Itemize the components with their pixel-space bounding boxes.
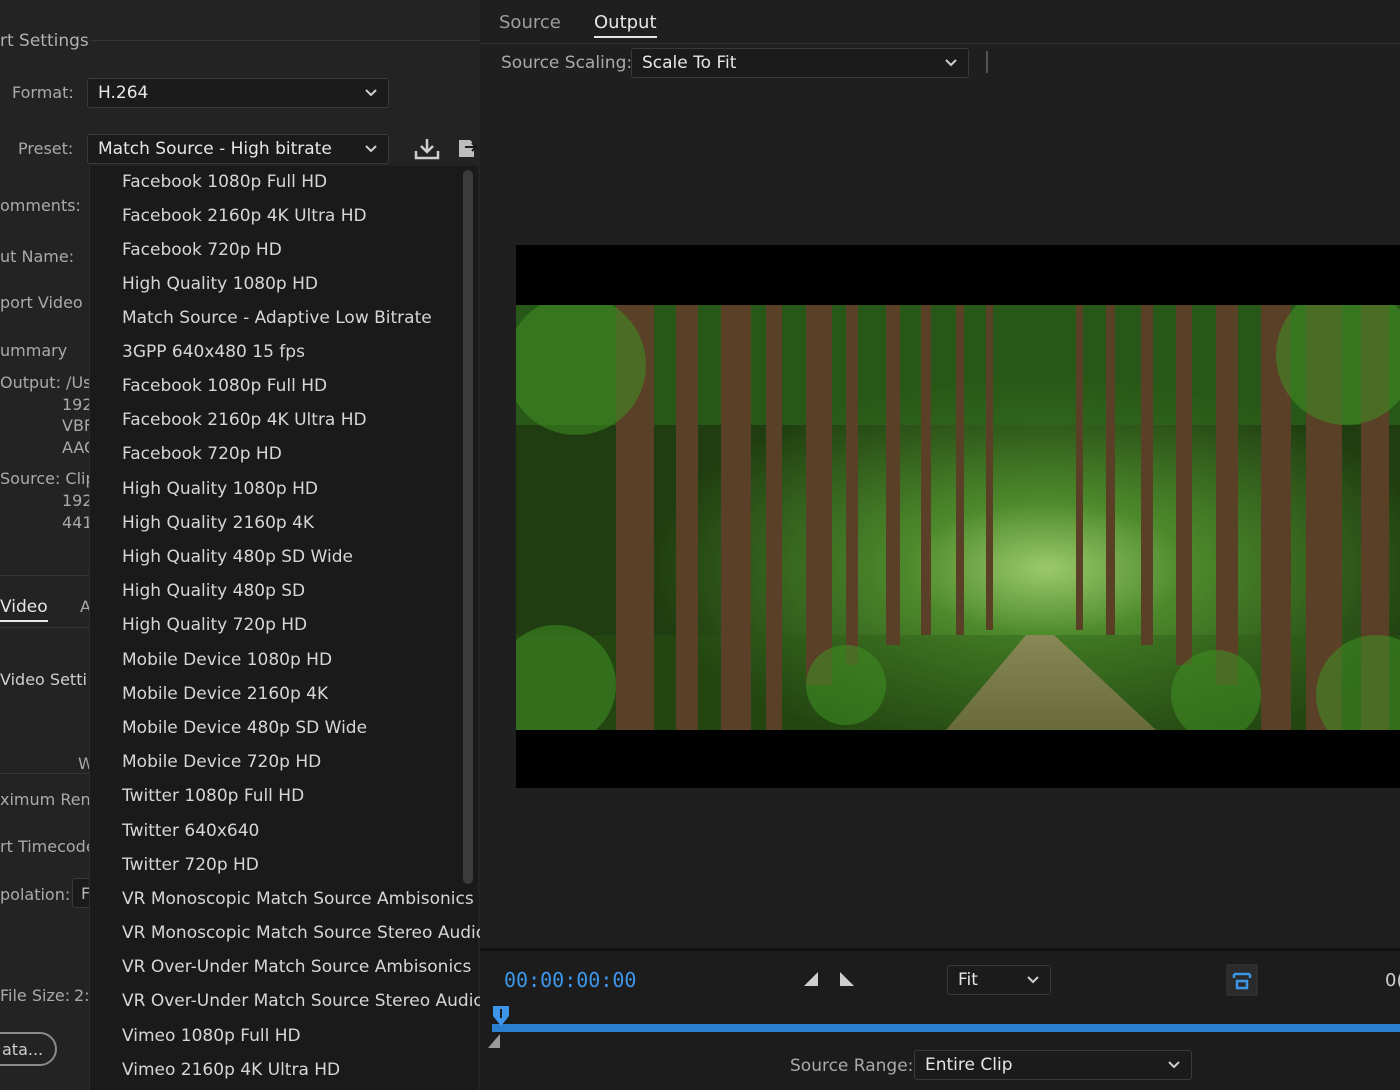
summary-label: ummary	[0, 341, 68, 360]
metadata-button[interactable]: ata...	[0, 1032, 57, 1066]
import-preset-icon[interactable]	[456, 137, 480, 161]
timeline-track[interactable]	[492, 1024, 1400, 1032]
summary-source-line: 192	[62, 491, 93, 510]
source-scaling-value: Scale To Fit	[642, 53, 737, 73]
divider	[90, 40, 480, 41]
in-point-marker-icon[interactable]	[486, 1032, 504, 1050]
preset-option[interactable]: VR Monoscopic Match Source Ambisonics	[122, 889, 474, 909]
preset-option[interactable]: Facebook 720p HD	[122, 444, 282, 464]
output-name-label: ut Name:	[0, 247, 75, 266]
section-title: rt Settings	[0, 31, 89, 51]
summary-source-line: 441	[62, 513, 93, 532]
source-scaling-label: Source Scaling:	[501, 53, 633, 73]
export-video-label: port Video	[0, 293, 83, 312]
timecode-display[interactable]: 00:00:00:00	[504, 968, 636, 992]
preset-option[interactable]: Mobile Device 1080p HD	[122, 650, 332, 670]
chevron-down-icon	[1027, 976, 1039, 984]
summary-source-label: Source: Clip	[0, 469, 96, 488]
interpolation-label: polation:	[0, 885, 71, 904]
preset-option[interactable]: Twitter 640x640	[122, 821, 259, 841]
preset-select[interactable]: Match Source - High bitrate	[87, 134, 389, 164]
chevron-down-icon	[365, 89, 377, 97]
preset-option[interactable]: VR Over-Under Match Source Ambisonics	[122, 957, 471, 977]
preset-option[interactable]: Mobile Device 480p SD Wide	[122, 718, 367, 738]
divider	[0, 773, 90, 774]
divider	[480, 43, 1400, 44]
format-value: H.264	[98, 83, 149, 103]
end-timecode: 0(	[1385, 970, 1400, 991]
preset-option[interactable]: Twitter 1080p Full HD	[122, 786, 304, 806]
chevron-down-icon	[945, 59, 957, 67]
playhead-icon[interactable]	[491, 1004, 511, 1028]
video-settings-label: Video Setti	[0, 670, 87, 689]
preset-option[interactable]: High Quality 1080p HD	[122, 274, 318, 294]
toolbar-separator	[986, 51, 988, 73]
metadata-button-label: ata...	[2, 1040, 44, 1059]
preset-option[interactable]: Mobile Device 2160p 4K	[122, 684, 328, 704]
summary-output-line: 192	[62, 395, 93, 414]
tab-video[interactable]: Video	[0, 597, 48, 622]
preset-option[interactable]: Vimeo 2160p 4K Ultra HD	[122, 1060, 340, 1080]
source-range-select[interactable]: Entire Clip	[914, 1050, 1192, 1080]
mark-in-icon[interactable]	[802, 970, 820, 988]
preset-option[interactable]: Vimeo 1080p Full HD	[122, 1026, 301, 1046]
mark-out-icon[interactable]	[838, 970, 856, 988]
comments-label: omments:	[0, 196, 81, 215]
file-size-value: 2:	[74, 986, 90, 1005]
source-range-label: Source Range:	[790, 1056, 914, 1076]
fit-frame-icon[interactable]	[1226, 964, 1258, 996]
start-timecode-label: rt Timecode	[0, 837, 96, 856]
dropdown-scrollbar[interactable]	[463, 170, 473, 884]
preset-option[interactable]: VR Monoscopic Match Source Stereo Audio	[122, 923, 486, 943]
preset-option[interactable]: High Quality 480p SD	[122, 581, 305, 601]
preset-value: Match Source - High bitrate	[98, 139, 332, 159]
tab-output[interactable]: Output	[594, 12, 657, 38]
preset-option[interactable]: Facebook 2160p 4K Ultra HD	[122, 206, 367, 226]
source-scaling-select[interactable]: Scale To Fit	[631, 48, 969, 78]
tab-source[interactable]: Source	[499, 12, 561, 33]
preset-option[interactable]: High Quality 480p SD Wide	[122, 547, 353, 567]
preset-option[interactable]: Mobile Device 720p HD	[122, 752, 321, 772]
chevron-down-icon	[1168, 1061, 1180, 1069]
preset-option[interactable]: High Quality 720p HD	[122, 615, 307, 635]
format-select[interactable]: H.264	[87, 78, 389, 108]
source-range-value: Entire Clip	[925, 1055, 1013, 1075]
summary-output-label: Output: /Us	[0, 373, 92, 392]
preset-option[interactable]: Twitter 720p HD	[122, 855, 259, 875]
preset-option[interactable]: VR Over-Under Match Source Stereo Audio	[122, 991, 484, 1011]
preset-option[interactable]: Facebook 1080p Full HD	[122, 376, 327, 396]
format-label: Format:	[12, 83, 74, 102]
zoom-select[interactable]: Fit	[947, 965, 1051, 995]
divider	[0, 627, 90, 628]
preset-option[interactable]: Facebook 720p HD	[122, 240, 282, 260]
preset-label: Preset:	[18, 139, 74, 158]
max-render-label: ximum Ren	[0, 790, 91, 809]
save-preset-icon[interactable]	[414, 137, 440, 161]
preset-option[interactable]: Match Source - Adaptive Low Bitrate	[122, 308, 432, 328]
forest-path-image	[516, 305, 1400, 730]
preset-option[interactable]: High Quality 1080p HD	[122, 479, 318, 499]
file-size-label: File Size:	[0, 986, 71, 1005]
preset-option[interactable]: 3GPP 640x480 15 fps	[122, 342, 305, 362]
preset-option[interactable]: Facebook 2160p 4K Ultra HD	[122, 410, 367, 430]
preset-option[interactable]: High Quality 2160p 4K	[122, 513, 314, 533]
divider	[0, 575, 90, 576]
preset-dropdown-menu[interactable]: Facebook 1080p Full HD Facebook 2160p 4K…	[89, 166, 486, 1090]
zoom-value: Fit	[958, 970, 978, 990]
chevron-down-icon	[365, 145, 377, 153]
preset-option[interactable]: Facebook 1080p Full HD	[122, 172, 327, 192]
